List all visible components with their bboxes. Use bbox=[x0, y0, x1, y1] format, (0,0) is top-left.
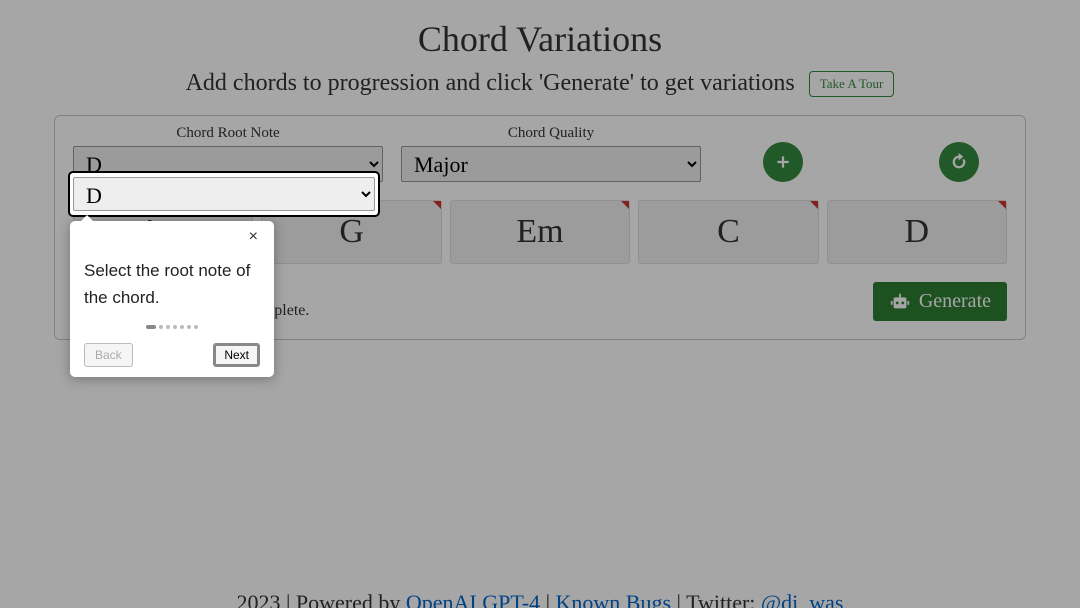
root-note-label: Chord Root Note bbox=[176, 125, 279, 142]
tour-text: Select the root note of the chord. bbox=[84, 257, 260, 311]
generate-button[interactable]: Generate bbox=[873, 282, 1007, 321]
quality-label: Chord Quality bbox=[508, 125, 594, 142]
popover-arrow bbox=[80, 215, 94, 222]
add-chord-button[interactable] bbox=[763, 142, 803, 182]
twitter-link[interactable]: @di_was bbox=[761, 590, 844, 608]
plus-icon bbox=[774, 153, 792, 171]
refresh-icon bbox=[950, 153, 968, 171]
reset-button[interactable] bbox=[939, 142, 979, 182]
root-note-select[interactable]: D bbox=[73, 177, 375, 211]
tour-back-button: Back bbox=[84, 343, 133, 367]
tour-next-button[interactable]: Next bbox=[213, 343, 260, 367]
root-note-highlight: D bbox=[70, 173, 378, 215]
quality-select[interactable]: Major bbox=[401, 146, 701, 182]
tour-close-button[interactable]: × bbox=[243, 227, 264, 247]
chord-tile[interactable]: Em bbox=[450, 200, 630, 264]
known-bugs-link[interactable]: Known Bugs bbox=[556, 590, 672, 608]
footer: 2023 | Powered by OpenAI GPT-4 | Known B… bbox=[0, 578, 1080, 608]
gpt-link[interactable]: OpenAI GPT-4 bbox=[406, 590, 540, 608]
quality-col: Chord Quality Major bbox=[401, 125, 701, 182]
chord-tile[interactable]: D bbox=[827, 200, 1007, 264]
tour-popover: × Select the root note of the chord. Bac… bbox=[70, 221, 274, 377]
robot-icon bbox=[889, 291, 911, 313]
page-title: Chord Variations bbox=[0, 18, 1080, 60]
take-tour-button[interactable]: Take A Tour bbox=[809, 71, 895, 97]
subtitle-row: Add chords to progression and click 'Gen… bbox=[0, 70, 1080, 97]
subtitle: Add chords to progression and click 'Gen… bbox=[186, 70, 795, 97]
chord-tile[interactable]: C bbox=[638, 200, 818, 264]
tour-progress-dots bbox=[84, 325, 260, 329]
